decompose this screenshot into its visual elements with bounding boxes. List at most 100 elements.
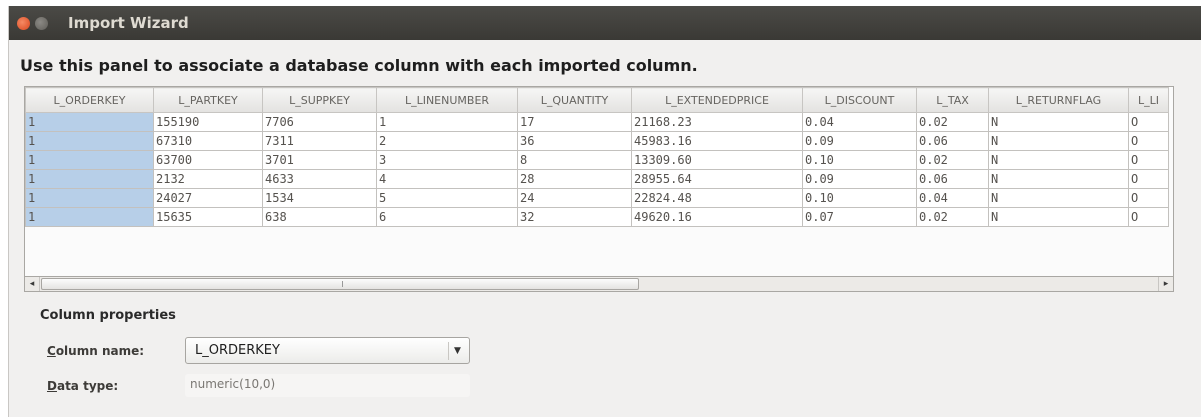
scroll-right-icon[interactable]: ▸ [1158,277,1173,291]
table-cell[interactable]: 7311 [262,131,377,151]
table-cell[interactable]: 1 [25,150,154,170]
column-header[interactable]: L_QUANTITY [517,87,632,113]
column-name-label: Column name: [47,344,144,358]
table-cell[interactable]: 638 [262,207,377,227]
table-cell[interactable]: 63700 [153,150,263,170]
table-cell[interactable]: 0.04 [916,188,989,208]
table-cell[interactable]: 1534 [262,188,377,208]
table-cell[interactable]: 3 [376,150,518,170]
table-cell[interactable]: 28955.64 [631,169,803,189]
table-cell[interactable]: 1 [25,188,154,208]
table-cell[interactable]: 0.10 [802,150,917,170]
table-cell[interactable]: 21168.23 [631,112,803,132]
table-cell[interactable]: 15635 [153,207,263,227]
column-header[interactable]: L_LINENUMBER [376,87,518,113]
mnemonic-letter: D [47,379,57,393]
table-cell[interactable]: 1 [25,207,154,227]
table-cell[interactable]: N [988,188,1129,208]
window-title: Import Wizard [68,14,189,32]
table-cell[interactable]: 2 [376,131,518,151]
table-cell[interactable]: 49620.16 [631,207,803,227]
table-cell[interactable]: 0.06 [916,169,989,189]
table-cell[interactable]: 6 [376,207,518,227]
instruction-text: Use this panel to associate a database c… [20,56,698,75]
table-cell[interactable]: 0.02 [916,112,989,132]
data-type-label: Data type: [47,379,118,393]
label-text: olumn name: [55,344,145,358]
table-cell[interactable]: 7706 [262,112,377,132]
scroll-left-icon[interactable]: ◂ [25,277,40,291]
column-properties-heading: Column properties [40,308,176,323]
column-header[interactable]: L_TAX [916,87,989,113]
table-row: 1 15635 638 6 32 49620.16 0.07 0.02 N O [25,207,1169,227]
preview-table-panel: L_ORDERKEY L_PARTKEY L_SUPPKEY L_LINENUM… [24,86,1174,291]
scrollbar-thumb[interactable] [41,278,639,290]
column-header[interactable]: L_SUPPKEY [262,87,377,113]
table-cell[interactable]: 4633 [262,169,377,189]
table-cell[interactable]: N [988,207,1129,227]
table-cell[interactable]: 17 [517,112,632,132]
column-header[interactable]: L_ORDERKEY [25,87,154,113]
table-cell[interactable]: 1 [376,112,518,132]
table-cell[interactable]: 24 [517,188,632,208]
table-cell[interactable]: 8 [517,150,632,170]
table-cell[interactable]: 5 [376,188,518,208]
column-header[interactable]: L_EXTENDEDPRICE [631,87,803,113]
table-row: 1 155190 7706 1 17 21168.23 0.04 0.02 N … [25,112,1169,132]
table-cell[interactable]: N [988,150,1129,170]
table-cell[interactable]: O [1128,169,1169,189]
column-header[interactable]: L_PARTKEY [153,87,263,113]
column-header[interactable]: L_DISCOUNT [802,87,917,113]
table-cell[interactable]: 3701 [262,150,377,170]
table-cell[interactable]: 1 [25,169,154,189]
table-row: 1 63700 3701 3 8 13309.60 0.10 0.02 N O [25,150,1169,170]
table-cell[interactable]: 28 [517,169,632,189]
table-cell[interactable]: 0.09 [802,169,917,189]
table-cell[interactable]: N [988,112,1129,132]
table-cell[interactable]: 45983.16 [631,131,803,151]
table-cell[interactable]: 13309.60 [631,150,803,170]
table-cell[interactable]: 155190 [153,112,263,132]
column-name-value: L_ORDERKEY [195,343,280,358]
table-cell[interactable]: 2132 [153,169,263,189]
horizontal-scrollbar[interactable]: ◂ ▸ [24,276,1174,292]
table-row: 1 67310 7311 2 36 45983.16 0.09 0.06 N O [25,131,1169,151]
column-name-combobox[interactable]: L_ORDERKEY ▼ [185,337,470,364]
table-header-row: L_ORDERKEY L_PARTKEY L_SUPPKEY L_LINENUM… [25,87,1169,113]
table-cell[interactable]: N [988,169,1129,189]
table-cell[interactable]: 1 [25,131,154,151]
table-row: 1 24027 1534 5 24 22824.48 0.10 0.04 N O [25,188,1169,208]
chevron-down-icon[interactable]: ▼ [448,342,466,360]
data-type-field: numeric(10,0) [185,374,470,397]
table-cell[interactable]: 0.07 [802,207,917,227]
table-cell[interactable]: 36 [517,131,632,151]
table-row: 1 2132 4633 4 28 28955.64 0.09 0.06 N O [25,169,1169,189]
column-header[interactable]: L_LI [1128,87,1169,113]
table-cell[interactable]: O [1128,207,1169,227]
table-cell[interactable]: 24027 [153,188,263,208]
table-cell[interactable]: 4 [376,169,518,189]
table-cell[interactable]: O [1128,131,1169,151]
table-cell[interactable]: 0.09 [802,131,917,151]
grip-icon [342,281,344,287]
table-cell[interactable]: 67310 [153,131,263,151]
mnemonic-letter: C [47,344,56,358]
table-cell[interactable]: 0.02 [916,207,989,227]
table-cell[interactable]: 1 [25,112,154,132]
minimize-icon[interactable] [35,16,48,30]
table-cell[interactable]: O [1128,112,1169,132]
column-header[interactable]: L_RETURNFLAG [988,87,1129,113]
table-cell[interactable]: 22824.48 [631,188,803,208]
table-cell[interactable]: O [1128,150,1169,170]
close-icon[interactable] [17,16,30,30]
label-text: ata type: [56,379,119,393]
table-cell[interactable]: O [1128,188,1169,208]
table-cell[interactable]: 0.04 [802,112,917,132]
data-type-value: numeric(10,0) [190,377,276,391]
table-cell[interactable]: 0.10 [802,188,917,208]
table-cell[interactable]: 32 [517,207,632,227]
table-cell[interactable]: N [988,131,1129,151]
table-cell[interactable]: 0.02 [916,150,989,170]
title-bar: Import Wizard [9,6,1201,40]
table-cell[interactable]: 0.06 [916,131,989,151]
